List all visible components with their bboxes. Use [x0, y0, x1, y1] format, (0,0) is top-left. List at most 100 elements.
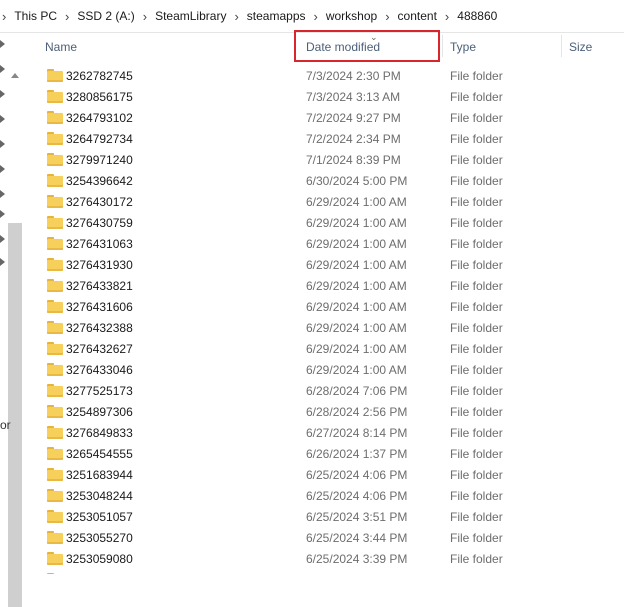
file-list-row[interactable]: 3276432627 6/29/2024 1:00 AM File folder	[22, 339, 624, 360]
file-list-row[interactable]: 3276433046 6/29/2024 1:00 AM File folder	[22, 360, 624, 381]
file-name[interactable]: 3276431930	[66, 255, 133, 276]
expand-arrow-icon[interactable]	[0, 258, 5, 266]
expand-arrow-icon[interactable]	[0, 115, 5, 123]
file-date-modified: 6/25/2024 4:06 PM	[306, 468, 408, 482]
file-name[interactable]: 3253059080	[66, 549, 133, 570]
file-list-row[interactable]: 3280856175 7/3/2024 3:13 AM File folder	[22, 87, 624, 108]
breadcrumb-item-workshop[interactable]: workshop	[326, 9, 377, 23]
file-type: File folder	[450, 90, 503, 104]
file-list-row[interactable]: 3276432388 6/29/2024 1:00 AM File folder	[22, 318, 624, 339]
file-name[interactable]: 3280856175	[66, 87, 133, 108]
navigation-item-label[interactable]: or	[0, 418, 11, 432]
file-name[interactable]: 3253055270	[66, 528, 133, 549]
expand-arrow-icon[interactable]	[0, 210, 5, 218]
file-type: File folder	[450, 552, 503, 566]
file-name[interactable]: 3262782745	[66, 66, 133, 87]
file-name[interactable]: 3253051057	[66, 507, 133, 528]
file-list-row[interactable]: 3264792734 7/2/2024 2:34 PM File folder	[22, 129, 624, 150]
file-list-row[interactable]: 3253051057 6/25/2024 3:51 PM File folder	[22, 507, 624, 528]
file-list-row-partial[interactable]	[22, 570, 624, 574]
column-header-type[interactable]: Type	[450, 33, 476, 61]
file-list-row[interactable]: 3251683944 6/25/2024 4:06 PM File folder	[22, 465, 624, 486]
file-type: File folder	[450, 300, 503, 314]
column-divider[interactable]	[561, 35, 562, 57]
file-list-row[interactable]: 3276430172 6/29/2024 1:00 AM File folder	[22, 192, 624, 213]
scroll-up-arrow-icon[interactable]	[11, 73, 19, 78]
file-type: File folder	[450, 405, 503, 419]
file-name[interactable]: 3253048244	[66, 486, 133, 507]
expand-arrow-icon[interactable]	[0, 90, 5, 98]
file-name[interactable]: 3276432627	[66, 339, 133, 360]
file-list-row[interactable]: 3279971240 7/1/2024 8:39 PM File folder	[22, 150, 624, 171]
file-name[interactable]: 3276431063	[66, 234, 133, 255]
file-list-row[interactable]: 3276433821 6/29/2024 1:00 AM File folder	[22, 276, 624, 297]
chevron-right-icon[interactable]: ›	[445, 10, 449, 23]
chevron-right-icon[interactable]: ›	[385, 10, 389, 23]
folder-icon	[47, 195, 63, 208]
expand-arrow-icon[interactable]	[0, 140, 5, 148]
chevron-right-icon[interactable]: ›	[65, 10, 69, 23]
breadcrumb-item-steamapps[interactable]: steamapps	[247, 9, 306, 23]
expand-arrow-icon[interactable]	[0, 190, 5, 198]
file-name[interactable]: 3279971240	[66, 150, 133, 171]
file-name[interactable]: 3264792734	[66, 129, 133, 150]
chevron-right-icon[interactable]: ›	[314, 10, 318, 23]
file-list-row[interactable]: 3253048244 6/25/2024 4:06 PM File folder	[22, 486, 624, 507]
expand-arrow-icon[interactable]	[0, 40, 5, 48]
file-type: File folder	[450, 468, 503, 482]
breadcrumb-item-steamlibrary[interactable]: SteamLibrary	[155, 9, 226, 23]
file-name[interactable]: 3276849833	[66, 423, 133, 444]
file-list-row[interactable]: 3276431063 6/29/2024 1:00 AM File folder	[22, 234, 624, 255]
file-list-row[interactable]: 3277525173 6/28/2024 7:06 PM File folder	[22, 381, 624, 402]
file-date-modified: 6/27/2024 8:14 PM	[306, 426, 408, 440]
expand-arrow-icon[interactable]	[0, 65, 5, 73]
file-list-row[interactable]: 3253059080 6/25/2024 3:39 PM File folder	[22, 549, 624, 570]
file-name[interactable]: 3276433821	[66, 276, 133, 297]
folder-icon	[47, 90, 63, 103]
folder-icon	[47, 216, 63, 229]
file-list-row[interactable]: 3265454555 6/26/2024 1:37 PM File folder	[22, 444, 624, 465]
breadcrumb-item-content[interactable]: content	[398, 9, 437, 23]
file-type: File folder	[450, 510, 503, 524]
file-name[interactable]: 3254396642	[66, 171, 133, 192]
folder-icon	[47, 531, 63, 544]
file-list-row[interactable]: 3253055270 6/25/2024 3:44 PM File folder	[22, 528, 624, 549]
column-header-size[interactable]: Size	[569, 33, 592, 61]
file-name[interactable]: 3265454555	[66, 444, 133, 465]
file-name[interactable]: 3276431606	[66, 297, 133, 318]
chevron-right-icon[interactable]: ›	[143, 10, 147, 23]
chevron-right-icon[interactable]: ›	[234, 10, 238, 23]
chevron-right-icon[interactable]: ›	[2, 10, 6, 23]
navigation-scrollbar[interactable]	[8, 223, 22, 607]
file-name[interactable]: 3264793102	[66, 108, 133, 129]
file-type: File folder	[450, 489, 503, 503]
file-list-row[interactable]: 3276431606 6/29/2024 1:00 AM File folder	[22, 297, 624, 318]
breadcrumb-item-this-pc[interactable]: This PC	[14, 9, 57, 23]
file-name[interactable]: 3251683944	[66, 465, 133, 486]
column-header-name[interactable]: Name	[45, 33, 77, 61]
file-name[interactable]: 3276432388	[66, 318, 133, 339]
column-divider[interactable]	[442, 35, 443, 57]
file-list-row[interactable]: 3276430759 6/29/2024 1:00 AM File folder	[22, 213, 624, 234]
folder-icon	[47, 405, 63, 418]
file-name[interactable]: 3254897306	[66, 402, 133, 423]
breadcrumb-item-488860[interactable]: 488860	[457, 9, 497, 23]
file-name[interactable]: 3276430759	[66, 213, 133, 234]
file-list-row[interactable]: 3262782745 7/3/2024 2:30 PM File folder	[22, 66, 624, 87]
expand-arrow-icon[interactable]	[0, 165, 5, 173]
file-name[interactable]: 3276433046	[66, 360, 133, 381]
file-list-row[interactable]: 3276431930 6/29/2024 1:00 AM File folder	[22, 255, 624, 276]
file-type: File folder	[450, 132, 503, 146]
file-list-row[interactable]: 3254897306 6/28/2024 2:56 PM File folder	[22, 402, 624, 423]
file-name[interactable]: 3276430172	[66, 192, 133, 213]
file-name[interactable]: 3277525173	[66, 381, 133, 402]
folder-icon	[47, 69, 63, 82]
navigation-pane[interactable]: or	[0, 33, 22, 607]
expand-arrow-icon[interactable]	[0, 235, 5, 243]
breadcrumb-item-drive[interactable]: SSD 2 (A:)	[77, 9, 134, 23]
file-list-row[interactable]: 3254396642 6/30/2024 5:00 PM File folder	[22, 171, 624, 192]
file-list-row[interactable]: 3264793102 7/2/2024 9:27 PM File folder	[22, 108, 624, 129]
file-date-modified: 6/29/2024 1:00 AM	[306, 195, 407, 209]
file-list-row[interactable]: 3276849833 6/27/2024 8:14 PM File folder	[22, 423, 624, 444]
address-bar[interactable]: › This PC › SSD 2 (A:) › SteamLibrary › …	[0, 0, 624, 33]
